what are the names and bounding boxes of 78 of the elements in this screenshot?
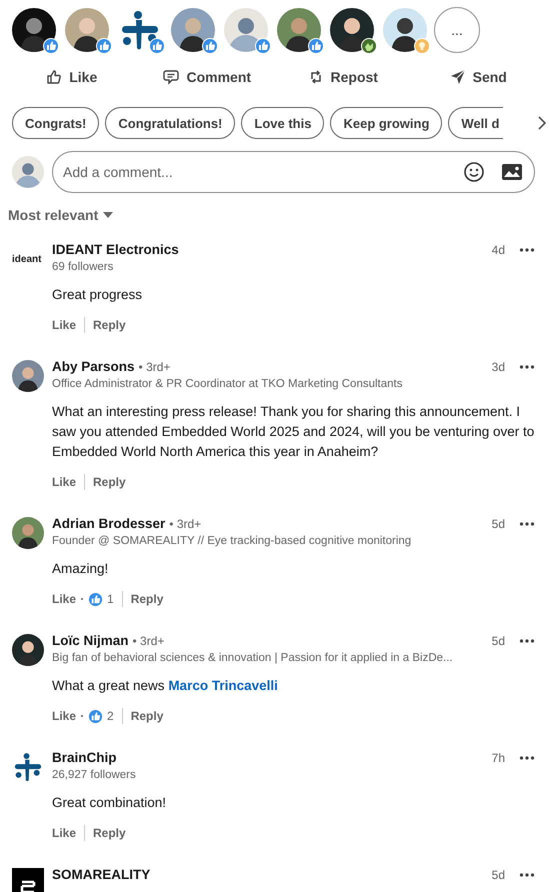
sort-dropdown[interactable]: Most relevant xyxy=(8,207,114,223)
send-button[interactable]: Send xyxy=(444,65,513,89)
like-reaction-icon xyxy=(308,38,324,54)
comment-input-field[interactable]: Add a comment... xyxy=(52,151,535,193)
author-name[interactable]: Loïc Nijman xyxy=(52,633,129,648)
comment-text: Amazing! xyxy=(52,560,110,578)
insightful-reaction-icon xyxy=(414,38,430,54)
more-options-icon[interactable] xyxy=(519,247,535,253)
more-options-icon[interactable] xyxy=(519,364,535,370)
like-reaction-icon xyxy=(88,592,104,606)
asterisk-logo-icon xyxy=(12,751,44,783)
support-reaction-icon xyxy=(361,38,377,54)
author-name[interactable]: Adrian Brodesser xyxy=(52,516,166,531)
image-icon[interactable] xyxy=(501,162,523,182)
comment-time: 5d xyxy=(492,633,505,650)
like-reaction-icon xyxy=(202,38,218,54)
thumbs-up-icon xyxy=(46,69,62,85)
like-reaction-icon xyxy=(96,38,112,54)
suggestion-chip[interactable]: Congrats! xyxy=(12,107,100,139)
comment-time: 5d xyxy=(492,867,505,884)
comment-text: Great progress xyxy=(52,286,144,304)
author-name[interactable]: SOMAREALITY xyxy=(52,867,150,882)
like-reaction-icon xyxy=(43,38,59,54)
like-link[interactable]: Like xyxy=(52,592,76,606)
more-options-icon[interactable] xyxy=(519,755,535,761)
more-options-icon[interactable] xyxy=(519,638,535,644)
comment-text: What an interesting press release! Thank you for sharing this announcement. I saw you attended Embedded World 2025 and 2024, will you be venturing over to Embedded World North America this year in Anaheim? xyxy=(52,403,535,461)
author-headline: 69 followers xyxy=(52,260,114,275)
comment-text: Great combination! xyxy=(52,794,168,812)
reply-link[interactable]: Reply xyxy=(93,475,126,489)
comment-time: 4d xyxy=(492,242,505,259)
author-headline: 26,927 followers xyxy=(52,768,137,783)
author-headline: Office Administrator & PR Coordinator at TKO Marketing Consultants xyxy=(52,377,404,392)
more-options-icon[interactable] xyxy=(519,872,535,878)
send-icon xyxy=(450,69,466,85)
comment-time: 5d xyxy=(492,516,505,533)
company-logo: ideant xyxy=(12,252,42,266)
author-name[interactable]: IDEANT Electronics xyxy=(52,242,179,257)
connection-degree: • 3rd+ xyxy=(138,360,170,374)
like-reaction-icon xyxy=(149,38,165,54)
reaction-count[interactable]: 1 xyxy=(107,592,114,606)
mention-link[interactable]: Marco Trincavelli xyxy=(168,678,278,693)
author-headline: Big fan of behavioral sciences & innovation | Passion for it applied in a BizDe... xyxy=(52,651,454,666)
comment-time: 3d xyxy=(492,359,505,376)
suggestion-chip[interactable]: Keep growing xyxy=(330,107,442,139)
connection-degree: • 3rd+ xyxy=(169,517,202,531)
more-reactors-button[interactable]: ... xyxy=(434,7,480,53)
like-link[interactable]: Like xyxy=(52,318,76,332)
connection-degree: • 3rd+ xyxy=(132,634,164,648)
more-options-icon[interactable] xyxy=(519,521,535,527)
suggestion-chip[interactable]: Congratulations! xyxy=(105,107,236,139)
emoji-icon[interactable] xyxy=(463,161,485,183)
like-link[interactable]: Like xyxy=(52,709,76,723)
speech-bubble-icon xyxy=(163,69,180,85)
avatar-placeholder-icon xyxy=(224,8,268,52)
suggestion-chip[interactable]: Love this xyxy=(241,107,324,139)
author-headline: Founder @ SOMAREALITY // Eye tracking-based cognitive monitoring xyxy=(52,534,412,549)
author-name[interactable]: Aby Parsons xyxy=(52,359,135,374)
comment-text: What a great news Marco Trincavelli xyxy=(52,677,279,695)
caret-down-icon xyxy=(103,212,114,218)
author-name[interactable]: BrainChip xyxy=(52,750,117,765)
like-reaction-icon xyxy=(255,38,271,54)
like-button[interactable]: Like xyxy=(40,65,104,89)
comment-button[interactable]: Comment xyxy=(157,65,258,89)
logo-icon xyxy=(12,868,44,892)
comment-time: 7h xyxy=(492,750,505,767)
repost-button[interactable]: Repost xyxy=(302,65,384,89)
reply-link[interactable]: Reply xyxy=(93,826,126,840)
reply-link[interactable]: Reply xyxy=(93,318,126,332)
avatar-placeholder-icon xyxy=(12,156,44,188)
suggestion-chip[interactable]: Well d xyxy=(448,107,504,139)
reaction-count[interactable]: 2 xyxy=(107,709,114,723)
reply-link[interactable]: Reply xyxy=(130,592,164,606)
like-reaction-icon xyxy=(88,708,104,724)
reply-link[interactable]: Reply xyxy=(130,709,164,723)
chevron-right-icon[interactable] xyxy=(538,116,546,130)
like-link[interactable]: Like xyxy=(52,826,76,840)
like-link[interactable]: Like xyxy=(52,475,76,489)
